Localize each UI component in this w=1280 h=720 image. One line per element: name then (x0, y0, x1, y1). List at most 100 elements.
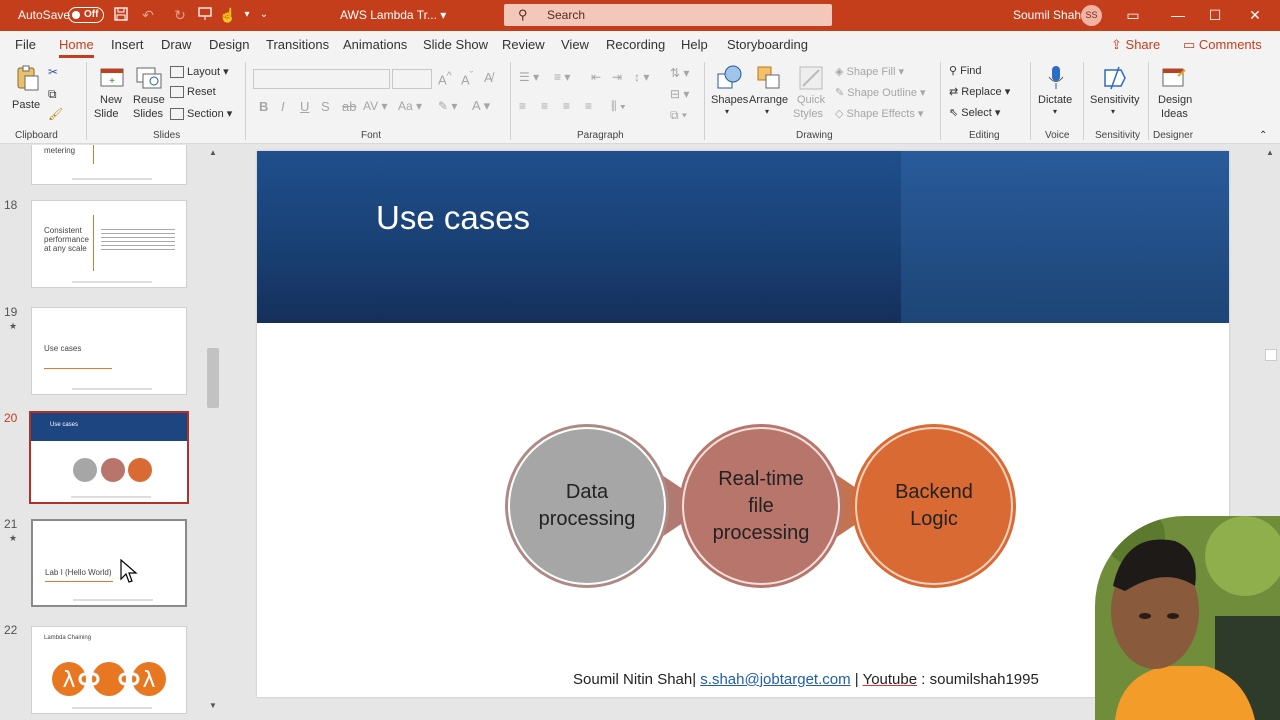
format-painter-icon[interactable]: 🖌 (48, 107, 63, 121)
change-case-icon[interactable]: Aa ▾ (398, 99, 422, 113)
slide-title[interactable]: Use cases (376, 199, 530, 237)
align-text-icon[interactable]: ⊟ ▾ (670, 87, 689, 101)
numbering-icon[interactable]: ≡ ▾ (554, 70, 570, 84)
slide-footer: Soumil Nitin Shah| s.shah@jobtarget.com … (573, 671, 1039, 688)
slide-canvas[interactable]: Use cases Data processing Real-time file… (257, 151, 1229, 697)
slide-thumbnail-selected[interactable]: Use cases (29, 411, 189, 504)
tab-file[interactable]: File (15, 37, 36, 52)
replace-button[interactable]: ⇄ Replace ▾ (949, 85, 1010, 98)
shape-effects-button[interactable]: ◇ Shape Effects ▾ (835, 107, 923, 120)
slide-thumbnail-hover[interactable]: Lab I (Hello World) (31, 519, 187, 607)
select-button[interactable]: ⇖ Select ▾ (949, 106, 1000, 119)
document-title[interactable]: AWS Lambda Tr... ▾ (340, 8, 446, 22)
scroll-up-icon[interactable]: ▲ (209, 148, 217, 157)
tab-review[interactable]: Review (502, 37, 545, 52)
tab-recording[interactable]: Recording (606, 37, 665, 52)
arrange-button[interactable]: Arrange ▾ (749, 64, 789, 124)
share-button[interactable]: ⇪ Share (1111, 37, 1160, 53)
line-spacing-icon[interactable]: ↕ ▾ (634, 70, 649, 84)
find-button[interactable]: ⚲ Find (949, 64, 982, 77)
align-left-icon[interactable]: ≡ (519, 99, 526, 113)
tab-view[interactable]: View (561, 37, 589, 52)
new-slide-button[interactable]: + New Slide (93, 64, 131, 124)
highlight-icon[interactable]: ✎ ▾ (438, 99, 457, 113)
character-spacing-icon[interactable]: AV ▾ (363, 99, 387, 113)
smartart-process-diagram[interactable]: Data processing Real-time file processin… (503, 421, 1023, 591)
quick-styles-button[interactable]: Quick Styles (793, 64, 829, 124)
smartart-icon[interactable]: ⧉ ▾ (670, 108, 687, 123)
thumbnail-scrollbar[interactable]: ▲ ▼ (206, 145, 220, 715)
increase-indent-icon[interactable]: ⇥ (612, 70, 622, 84)
justify-icon[interactable]: ≡ (585, 99, 592, 113)
process-circle-1[interactable] (508, 427, 666, 585)
slide-thumbnail[interactable]: Lambda Chaining λ λ (31, 626, 187, 714)
save-icon[interactable] (112, 6, 130, 24)
search-input[interactable]: ⚲ Search (504, 4, 832, 26)
columns-icon[interactable]: ⫼ ▾ (611, 99, 626, 114)
tab-home[interactable]: Home (59, 37, 94, 58)
shape-outline-button[interactable]: ✎ Shape Outline ▾ (835, 86, 926, 99)
tab-design[interactable]: Design (209, 37, 249, 52)
touch-mode-icon[interactable]: ☝ (219, 6, 237, 24)
close-icon[interactable]: ✕ (1244, 5, 1266, 25)
avatar[interactable]: SS (1081, 5, 1102, 26)
text-direction-icon[interactable]: ⇅ ▾ (670, 66, 689, 80)
strikethrough-icon[interactable]: ab (342, 99, 356, 114)
autosave-toggle[interactable]: Off (68, 7, 104, 23)
comments-button[interactable]: ▭ Comments (1183, 37, 1262, 53)
clear-formatting-icon[interactable]: A̸ (484, 70, 493, 85)
reuse-slides-button[interactable]: Reuse Slides (133, 64, 165, 124)
align-right-icon[interactable]: ≡ (563, 99, 570, 113)
font-size-select[interactable] (392, 69, 432, 89)
footer-email-link[interactable]: s.shah@jobtarget.com (700, 671, 850, 688)
scroll-up-icon[interactable]: ▲ (1266, 148, 1274, 157)
font-family-select[interactable] (253, 69, 390, 89)
process-circle-3[interactable] (855, 427, 1013, 585)
footer-channel: : soumilshah1995 (917, 671, 1039, 688)
slide-thumbnail[interactable]: Use cases (31, 307, 187, 395)
italic-icon[interactable]: I (281, 99, 285, 114)
tab-insert[interactable]: Insert (111, 37, 144, 52)
dropdown-icon[interactable]: ▾ (238, 6, 256, 24)
customize-toolbar-icon[interactable]: ⌄ (255, 6, 273, 24)
underline-icon[interactable]: U (300, 99, 309, 114)
align-center-icon[interactable]: ≡ (541, 99, 548, 113)
maximize-icon[interactable]: ☐ (1204, 5, 1226, 25)
redo-icon[interactable]: ↻ (171, 6, 189, 24)
design-ideas-button[interactable]: Design Ideas (1155, 64, 1195, 124)
dictate-button[interactable]: Dictate ▾ (1037, 64, 1075, 124)
collapse-ribbon-icon[interactable]: ⌃ (1259, 130, 1267, 141)
increase-font-icon[interactable]: A^ (438, 70, 452, 87)
tab-draw[interactable]: Draw (161, 37, 191, 52)
minimize-icon[interactable]: — (1167, 5, 1189, 25)
font-color-icon[interactable]: A ▾ (472, 98, 490, 114)
tab-storyboarding[interactable]: Storyboarding (727, 37, 808, 52)
paste-button[interactable]: Paste (12, 64, 42, 122)
tab-slide-show[interactable]: Slide Show (423, 37, 488, 52)
slide-thumbnail[interactable]: metering (31, 145, 187, 185)
decrease-indent-icon[interactable]: ⇤ (591, 70, 601, 84)
bullets-icon[interactable]: ☰ ▾ (519, 70, 539, 84)
thumbnail-scrollbar-thumb[interactable] (207, 348, 219, 408)
decrease-font-icon[interactable]: Aˇ (461, 70, 473, 87)
slide-thumbnail[interactable]: Consistent performance at any scale (31, 200, 187, 288)
ribbon-display-icon[interactable]: ▭ (1122, 5, 1144, 25)
reset-button[interactable]: Reset (170, 86, 216, 99)
cut-icon[interactable]: ✂ (48, 65, 58, 79)
presenter-icon[interactable] (196, 6, 214, 24)
slide-scroll-thumb[interactable] (1265, 349, 1277, 361)
shadow-icon[interactable]: S (321, 99, 330, 114)
copy-icon[interactable]: ⧉ (48, 87, 57, 102)
bold-icon[interactable]: B (259, 99, 268, 114)
tab-transitions[interactable]: Transitions (266, 37, 329, 52)
undo-icon[interactable]: ↶ (139, 6, 157, 24)
sensitivity-button[interactable]: Sensitivity ▾ (1090, 64, 1140, 124)
section-button[interactable]: Section ▾ (170, 107, 232, 121)
tab-help[interactable]: Help (681, 37, 708, 52)
user-name[interactable]: Soumil Shah (1013, 8, 1081, 22)
shapes-button[interactable]: Shapes ▾ (711, 64, 748, 124)
layout-button[interactable]: Layout ▾ (170, 65, 229, 79)
scroll-down-icon[interactable]: ▼ (209, 701, 217, 710)
tab-animations[interactable]: Animations (343, 37, 407, 52)
shape-fill-button[interactable]: ◈ Shape Fill ▾ (835, 65, 904, 78)
